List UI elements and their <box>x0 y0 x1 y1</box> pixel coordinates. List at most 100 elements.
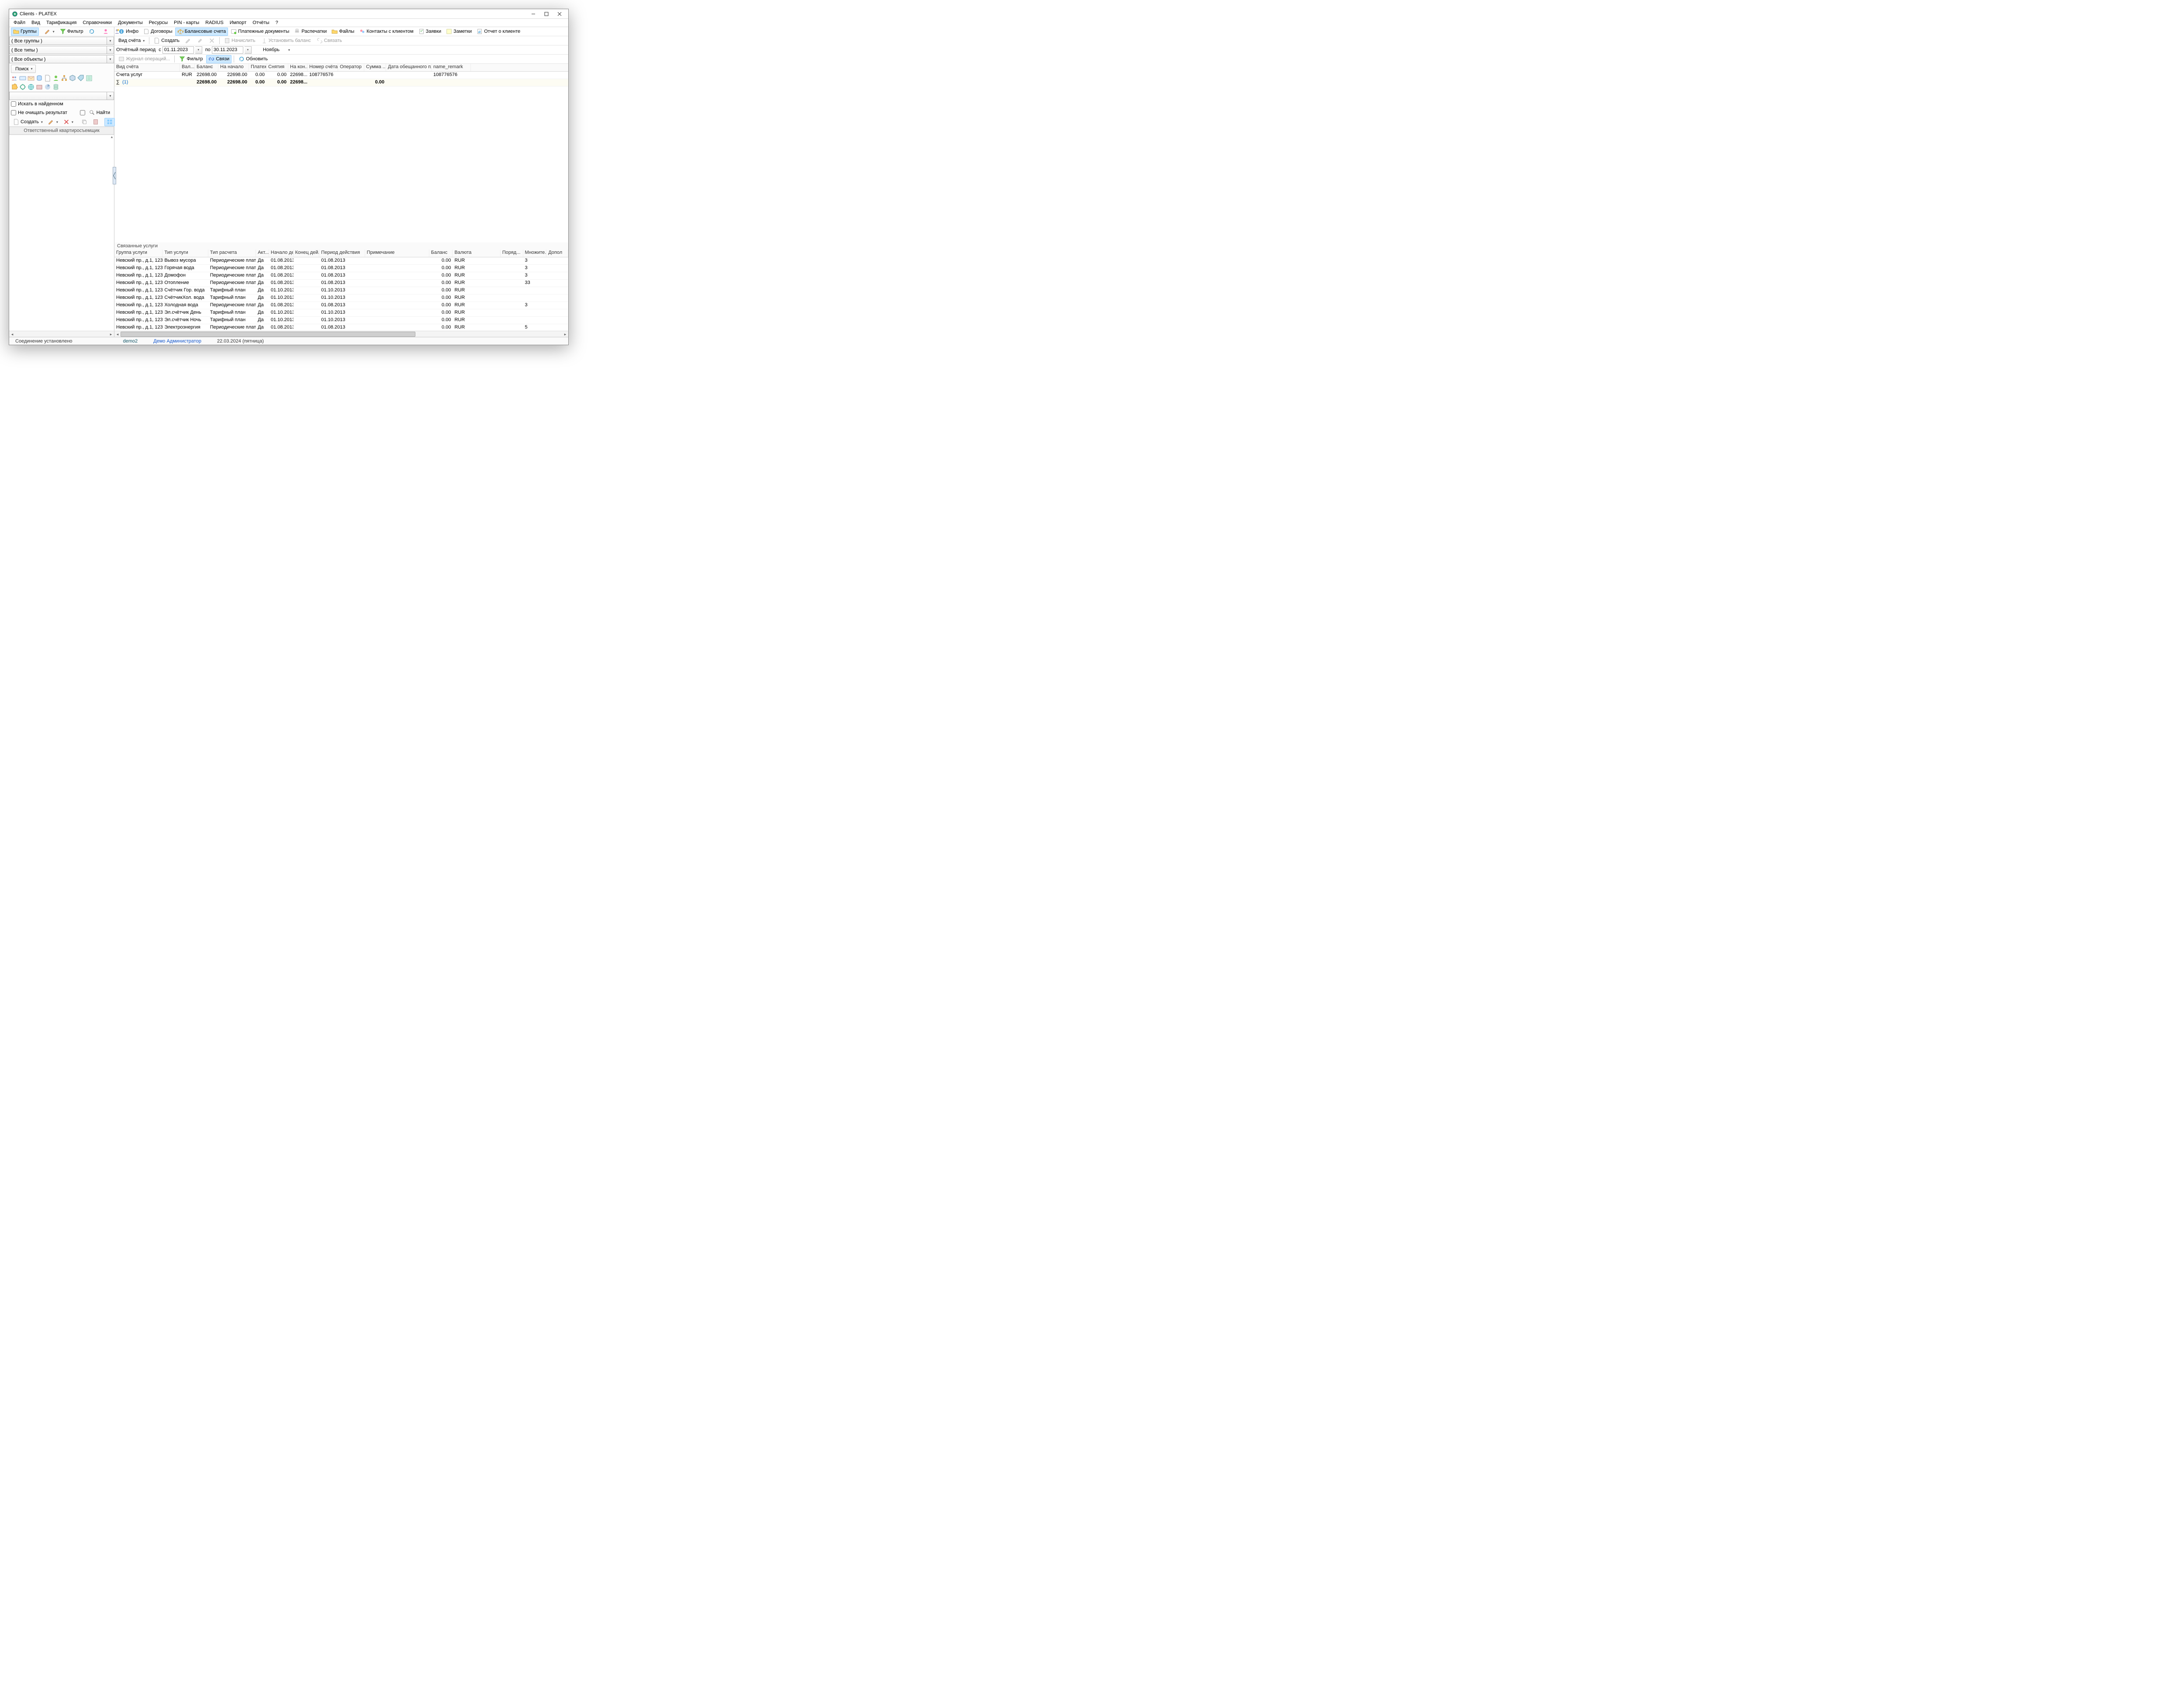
sidebar-groups-button[interactable]: Группы <box>11 28 39 36</box>
menu-pin[interactable]: PIN - карты <box>171 20 202 26</box>
create-button[interactable]: Создать <box>152 37 182 45</box>
chk-keep-result[interactable] <box>11 110 16 115</box>
sum-count-link[interactable]: (1) <box>122 80 128 85</box>
tab-balance[interactable]: Балансовые счета <box>175 28 228 36</box>
menu-dicts[interactable]: Справочники <box>80 20 114 26</box>
table-row[interactable]: Невский пр., д.1, 123Горячая водаПериоди… <box>114 265 568 272</box>
table-row[interactable]: Невский пр., д.1, 123Холодная водаПериод… <box>114 302 568 309</box>
charge-button[interactable]: Начислить <box>222 37 258 45</box>
combo-objects[interactable]: ( Все объекты )▾ <box>9 55 114 63</box>
sidebar-user1-icon[interactable] <box>100 28 111 36</box>
menu-reports[interactable]: Отчёты <box>250 20 272 26</box>
box-icon[interactable] <box>36 83 43 90</box>
chk-before-find[interactable] <box>80 110 85 115</box>
doc-icon[interactable] <box>44 75 51 82</box>
person-green-icon[interactable] <box>52 75 59 82</box>
menu-docs[interactable]: Документы <box>115 20 145 26</box>
edit2-button[interactable] <box>195 37 205 45</box>
menu-tariff[interactable]: Тарификация <box>44 20 79 26</box>
chk-keep-result-label: Не очищать результат <box>18 110 67 115</box>
maximize-button[interactable] <box>540 10 553 18</box>
month-dropdown[interactable]: Ноябрь▾ <box>261 46 292 54</box>
sidebar-copy-button[interactable] <box>79 118 90 126</box>
menu-import[interactable]: Импорт <box>227 20 249 26</box>
filter-button[interactable]: Фильтр <box>177 55 205 63</box>
sidebar-paste-button[interactable] <box>90 118 101 126</box>
table-row[interactable]: Невский пр., д.1, 123Эл.счётчик ДеньТари… <box>114 309 568 317</box>
table-row[interactable]: Невский пр., д.1, 123СчётчикХол. водаТар… <box>114 294 568 302</box>
combo-types[interactable]: ( Все типы )▾ <box>9 46 114 54</box>
tab-files[interactable]: Файлы <box>329 28 356 36</box>
cube-icon[interactable] <box>69 75 76 82</box>
envelope-icon[interactable] <box>28 75 35 82</box>
services-grid-header[interactable]: Группа услуги Тип услуги Тип расчета Акт… <box>114 249 568 257</box>
copy-icon <box>81 119 87 125</box>
sidebar-hscroll[interactable]: ◂ ▸ <box>9 331 114 337</box>
tab-print[interactable]: Распечатки <box>292 28 329 36</box>
summary-row[interactable]: ∑ (1) 22698.00 22698.00 0.00 0.00 22698.… <box>114 79 568 87</box>
stacked-icon[interactable] <box>52 83 59 90</box>
tree-icon[interactable] <box>61 75 68 82</box>
combo-groups[interactable]: ( Все группы )▾ <box>9 37 114 45</box>
sidebar-create-button[interactable]: Создать▾ <box>11 118 45 126</box>
date-from-btn[interactable]: ▾ <box>195 46 202 54</box>
minimize-button[interactable] <box>527 10 539 18</box>
refresh-button[interactable]: Обновить <box>236 55 270 63</box>
sidebar-grid-button[interactable] <box>104 118 115 126</box>
list-icon[interactable] <box>86 75 93 82</box>
acct-type-dropdown[interactable]: Вид счёта▾ <box>116 37 147 45</box>
sidebar-user2-icon[interactable] <box>112 28 122 36</box>
table-row[interactable]: Невский пр., д.1, 123ЭлектроэнергияПерио… <box>114 324 568 331</box>
people-icon[interactable] <box>11 75 18 82</box>
puzzle-icon[interactable] <box>11 83 18 90</box>
table-row[interactable]: Невский пр., д.1, 123ОтоплениеПериодичес… <box>114 280 568 287</box>
find-button[interactable]: Найти <box>87 108 112 117</box>
db-icon[interactable] <box>36 75 43 82</box>
sidebar-edit-button[interactable]: ▾ <box>42 28 57 36</box>
sidebar-splitter-grip[interactable] <box>113 167 116 184</box>
sidebar-filter-button[interactable]: Фильтр <box>58 28 86 36</box>
journal-button[interactable]: Журнал операций... <box>116 55 172 63</box>
search-button[interactable]: Поиск▾ <box>11 65 36 73</box>
delete-button[interactable] <box>207 37 217 45</box>
card-icon[interactable] <box>19 75 26 82</box>
menu-radius[interactable]: RADIUS <box>203 20 226 26</box>
tag-icon[interactable] <box>77 75 84 82</box>
services-hscroll[interactable]: ◂ ▸ <box>114 331 568 337</box>
pie-icon[interactable] <box>44 83 51 90</box>
menu-resources[interactable]: Ресурсы <box>146 20 170 26</box>
sidebar-edit2-button[interactable]: ▾ <box>46 118 60 126</box>
tab-report[interactable]: Отчет о клиенте <box>474 28 522 36</box>
set-balance-button[interactable]: Установить баланс <box>259 37 313 45</box>
menu-view[interactable]: Вид <box>29 20 43 26</box>
table-row[interactable]: Невский пр., д.1, 123ДомофонПериодически… <box>114 272 568 280</box>
close-button[interactable] <box>553 10 566 18</box>
combo-extra[interactable]: ▾ <box>9 92 114 100</box>
date-to-btn[interactable]: ▾ <box>245 46 252 54</box>
date-from[interactable]: 01.11.2023 <box>162 46 194 54</box>
tab-contacts[interactable]: Контакты с клиентом <box>357 28 415 36</box>
status-admin[interactable]: Демо Администратор <box>150 339 205 344</box>
sidebar-list[interactable]: ▲ <box>9 135 114 331</box>
menu-file[interactable]: Файл <box>11 20 28 26</box>
table-row[interactable]: Невский пр., д.1, 123Вывоз мусораПериоди… <box>114 257 568 265</box>
table-row[interactable]: Невский пр., д.1, 123Эл.счётчик НочьТари… <box>114 317 568 324</box>
date-to[interactable]: 30.11.2023 <box>212 46 243 54</box>
link-button[interactable]: Связать <box>314 37 344 45</box>
menu-help[interactable]: ? <box>273 20 281 26</box>
accounts-grid-header[interactable]: Вид счёта Вал... Баланс На начало Платеж… <box>114 64 568 72</box>
chevron-down-icon: ▾ <box>107 37 114 45</box>
sidebar-delete-button[interactable]: ▾ <box>61 118 76 126</box>
sidebar-refresh-icon[interactable] <box>86 28 97 36</box>
links-button[interactable]: Связи <box>206 55 232 63</box>
edit-button[interactable] <box>183 37 194 45</box>
gear-cycle-icon[interactable] <box>19 83 26 90</box>
tab-contracts[interactable]: Договоры <box>141 28 174 36</box>
globe-icon[interactable] <box>28 83 35 90</box>
chk-search-in-found[interactable] <box>11 101 16 107</box>
table-row[interactable]: Невский пр., д.1, 123Счётчик Гор. водаТа… <box>114 287 568 294</box>
tab-notes[interactable]: Заметки <box>444 28 474 36</box>
table-row[interactable]: Счета услуг RUR 22698.00 22698.00 0.00 0… <box>114 72 568 79</box>
tab-paydocs[interactable]: Платежные документы <box>228 28 291 36</box>
tab-orders[interactable]: Заявки <box>416 28 444 36</box>
